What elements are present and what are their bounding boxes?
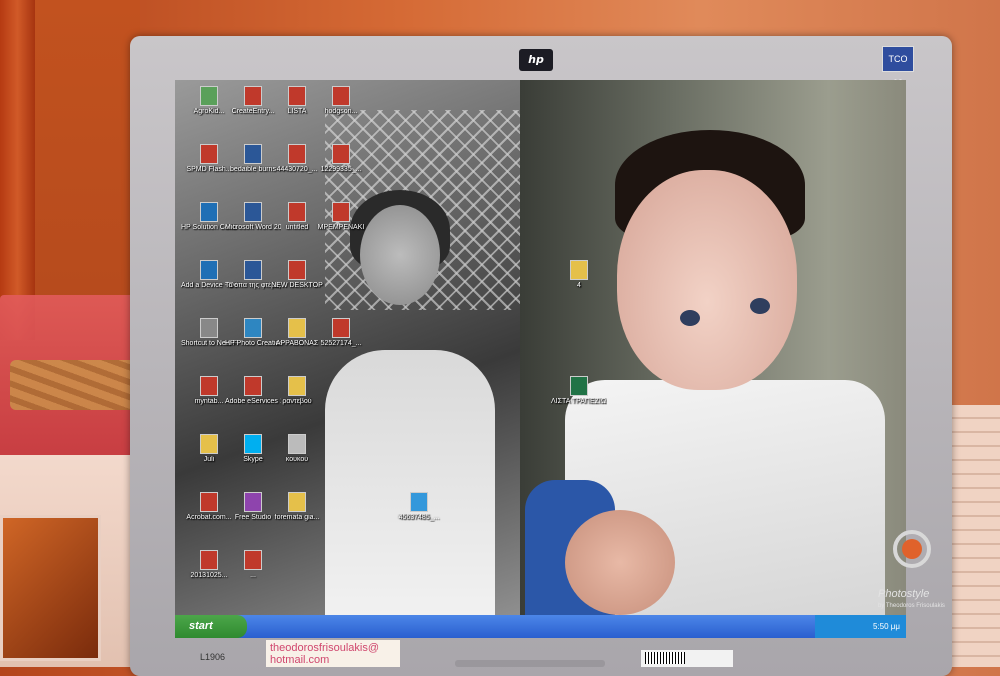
desktop-icon-label: NEW DESKTOP	[271, 282, 323, 289]
word-app-icon	[244, 202, 262, 222]
watermark-name: Photostyle	[878, 588, 930, 600]
pdf-file-icon	[332, 144, 350, 164]
wallpaper-baby-eye	[680, 310, 700, 326]
pdf-file-icon	[200, 376, 218, 396]
folder-icon	[288, 376, 306, 396]
desktop-icon-label: ΛΙΣΤΑ ΤΡΑΠΕΖΙΩΝ	[551, 398, 607, 405]
folder-icon	[200, 434, 218, 454]
desktop-icon[interactable]: hodgson...	[313, 86, 369, 116]
pdf-file-icon	[244, 86, 262, 106]
hp-icon	[200, 202, 218, 222]
desktop-icon-label: ...	[250, 572, 256, 579]
hp-icon	[200, 260, 218, 280]
curtain	[0, 0, 35, 340]
sticky-note: theodorosfrisoulakis@ hotmail.com	[266, 640, 400, 667]
desktop-icon-label: 45637485_...	[398, 514, 440, 521]
pdf-file-icon	[288, 86, 306, 106]
barcode-icon	[645, 652, 685, 664]
word-doc-icon	[244, 260, 262, 280]
excel-file-icon	[570, 376, 588, 396]
hp-photo-icon	[244, 318, 262, 338]
logo-core	[902, 539, 922, 559]
pdf-file-icon	[288, 144, 306, 164]
monitor-buttons[interactable]	[455, 660, 605, 667]
pdf-file-icon	[200, 550, 218, 570]
desktop-icon-label: 12299335_...	[320, 166, 362, 173]
desktop-icon-label: ΜΡΕΜΡΕΝΑΚΙ	[317, 224, 365, 231]
desktop-icon[interactable]: ΛΙΣΤΑ ΤΡΑΠΕΖΙΩΝ	[551, 376, 607, 406]
shortcut-icon	[200, 318, 218, 338]
desktop-icon-label: 52527174_...	[320, 340, 362, 347]
box-contents	[10, 360, 140, 410]
desktop-icon[interactable]: 12299335_...	[313, 144, 369, 174]
desktop-icon[interactable]: ...	[225, 550, 281, 580]
wallpaper-baby-eye	[750, 298, 770, 314]
watermark-sub: by Theodoros Frisoulakis	[878, 603, 945, 609]
mirror	[0, 515, 101, 661]
freestudio-icon	[244, 492, 262, 512]
system-tray-clock[interactable]: 5:50 μμ	[815, 615, 906, 638]
pdf-file-icon	[332, 86, 350, 106]
file-icon	[288, 434, 306, 454]
desktop-icon[interactable]: 45637485_...	[391, 492, 447, 522]
desktop-icon-label: hodgson...	[324, 108, 358, 115]
desktop-icon-label: foremata gia...	[274, 514, 320, 521]
desktop-icon-label: κουκού	[285, 456, 309, 463]
desktop-icon-label: 4	[577, 282, 581, 289]
image-file-icon	[410, 492, 428, 512]
desktop-icon[interactable]: 4	[551, 260, 607, 290]
recycle-bin-icon	[200, 86, 218, 106]
adobe-icon	[244, 376, 262, 396]
pdf-file-icon	[332, 202, 350, 222]
pdf-file-icon	[332, 318, 350, 338]
hp-logo-icon: hp	[519, 49, 553, 71]
folder-icon	[288, 318, 306, 338]
energy-badge: TCO 03	[882, 46, 914, 88]
barcode-sticker	[641, 650, 733, 667]
start-button[interactable]: start	[175, 615, 247, 638]
wallpaper-person-dress	[325, 350, 495, 615]
desktop-icon[interactable]: 52527174_...	[313, 318, 369, 348]
taskbar: start 5:50 μμ	[175, 615, 906, 638]
model-label: L1906	[200, 652, 226, 662]
desktop-screen: AgroKid... CreateEntry... LISTA hodgson... S…	[175, 80, 906, 638]
desktop-icon[interactable]: ΜΡΕΜΡΕΝΑΚΙ	[313, 202, 369, 232]
folder-icon	[288, 492, 306, 512]
pdf-file-icon	[288, 260, 306, 280]
desktop-icon-label: ραντεβού	[282, 398, 312, 405]
skype-icon	[244, 434, 262, 454]
desktop-icon[interactable]: ραντεβού	[269, 376, 325, 406]
pdf-file-icon	[244, 550, 262, 570]
desktop-icon[interactable]: foremata gia...	[269, 492, 325, 522]
pdf-file-icon	[288, 202, 306, 222]
flash-icon	[200, 144, 218, 164]
word-doc-icon	[244, 144, 262, 164]
wallpaper-baby-face	[617, 170, 797, 390]
desktop-icon[interactable]: NEW DESKTOP	[269, 260, 325, 290]
desktop-icon[interactable]: κουκού	[269, 434, 325, 464]
acrobat-icon	[200, 492, 218, 512]
wallpaper-hand	[565, 510, 675, 615]
wallpaper-person-face	[360, 205, 440, 305]
folder-icon	[570, 260, 588, 280]
